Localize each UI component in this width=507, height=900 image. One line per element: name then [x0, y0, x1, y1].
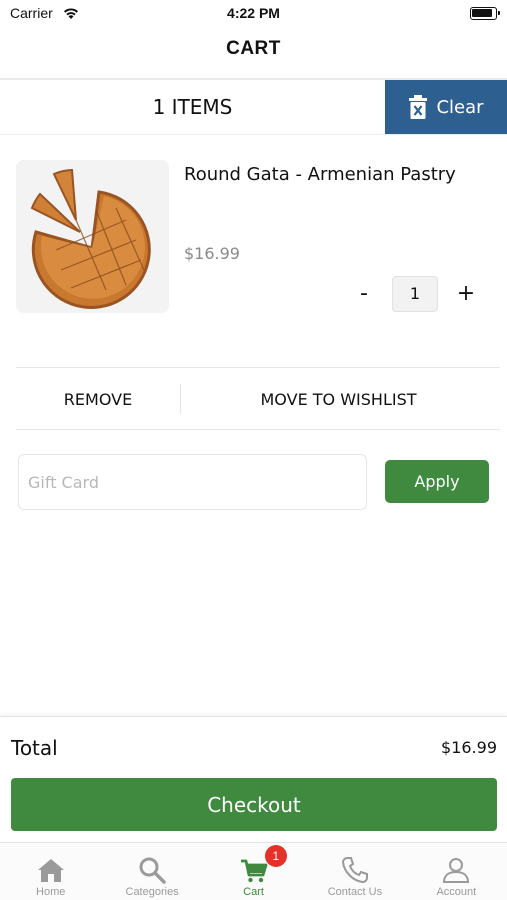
clear-cart-button[interactable]: Clear [385, 80, 507, 134]
battery-icon [470, 7, 500, 20]
gift-card-input[interactable] [18, 454, 367, 510]
actions-divider-bottom [16, 429, 500, 430]
page-title: CART [226, 38, 281, 59]
product-name[interactable]: Round Gata - Armenian Pastry [184, 164, 456, 185]
tab-home[interactable]: Home [0, 843, 101, 900]
home-icon [37, 859, 64, 882]
status-bar: Carrier 4:22 PM [0, 0, 507, 30]
apply-button[interactable]: Apply [385, 460, 489, 503]
move-to-wishlist-button[interactable]: MOVE TO WISHLIST [181, 370, 496, 428]
items-count: 1 ITEMS [152, 95, 233, 119]
items-divider [0, 134, 507, 135]
tab-home-label: Home [36, 886, 66, 898]
tab-categories[interactable]: Categories [101, 843, 202, 900]
tab-account-label: Account [436, 886, 477, 898]
phone-icon [341, 857, 368, 884]
search-icon [139, 857, 166, 884]
person-icon [443, 858, 470, 883]
trash-icon [409, 95, 428, 119]
product-image[interactable] [16, 160, 169, 313]
tab-contact-us-label: Contact Us [327, 886, 383, 898]
cart-icon [240, 859, 267, 883]
cart-summary: Total $16.99 Checkout [0, 716, 507, 842]
increase-quantity-button[interactable]: + [454, 282, 478, 306]
tab-bar: Home Categories 1 Cart Contact Us Accoun… [0, 842, 507, 900]
decrease-quantity-button[interactable]: - [352, 282, 376, 306]
total-label: Total [11, 736, 58, 760]
tab-cart[interactable]: 1 Cart [203, 843, 304, 900]
product-price: $16.99 [184, 244, 240, 263]
pastry-image [16, 160, 169, 313]
status-time: 4:22 PM [227, 5, 280, 21]
tab-cart-label: Cart [243, 886, 264, 898]
tab-contact-us[interactable]: Contact Us [304, 843, 405, 900]
remove-button[interactable]: REMOVE [16, 370, 180, 428]
cart-badge: 1 [264, 845, 287, 867]
clear-label: Clear [436, 96, 484, 118]
quantity-value: 1 [392, 276, 438, 312]
actions-divider-top [16, 367, 500, 368]
tab-categories-label: Categories [125, 886, 179, 898]
checkout-button[interactable]: Checkout [11, 778, 497, 831]
items-bar: 1 ITEMS Clear [0, 80, 507, 134]
total-value: $16.99 [441, 738, 497, 757]
tab-account[interactable]: Account [406, 843, 507, 900]
